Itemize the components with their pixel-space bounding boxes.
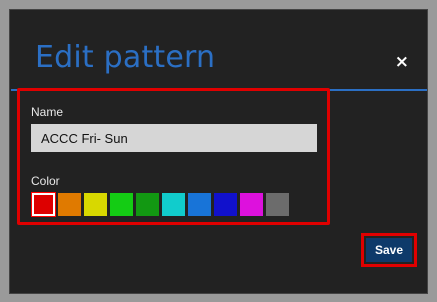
name-label: Name: [31, 105, 64, 119]
color-swatch-blue[interactable]: [188, 193, 211, 216]
color-swatch-orange[interactable]: [58, 193, 81, 216]
color-swatch-list: [31, 192, 289, 217]
color-label: Color: [31, 174, 60, 188]
color-swatch-dark-green[interactable]: [136, 193, 159, 216]
color-swatch-dark-blue[interactable]: [214, 193, 237, 216]
close-icon[interactable]: ×: [395, 52, 409, 72]
name-input[interactable]: [31, 124, 317, 152]
dialog-title: Edit pattern: [35, 40, 216, 75]
color-swatch-red[interactable]: [31, 192, 56, 217]
color-swatch-green[interactable]: [110, 193, 133, 216]
color-swatch-gray[interactable]: [266, 193, 289, 216]
color-swatch-cyan[interactable]: [162, 193, 185, 216]
color-swatch-magenta[interactable]: [240, 193, 263, 216]
color-swatch-yellow[interactable]: [84, 193, 107, 216]
screenshot-frame: Edit pattern × Name Color Save: [0, 0, 437, 302]
save-button[interactable]: Save: [366, 238, 412, 262]
